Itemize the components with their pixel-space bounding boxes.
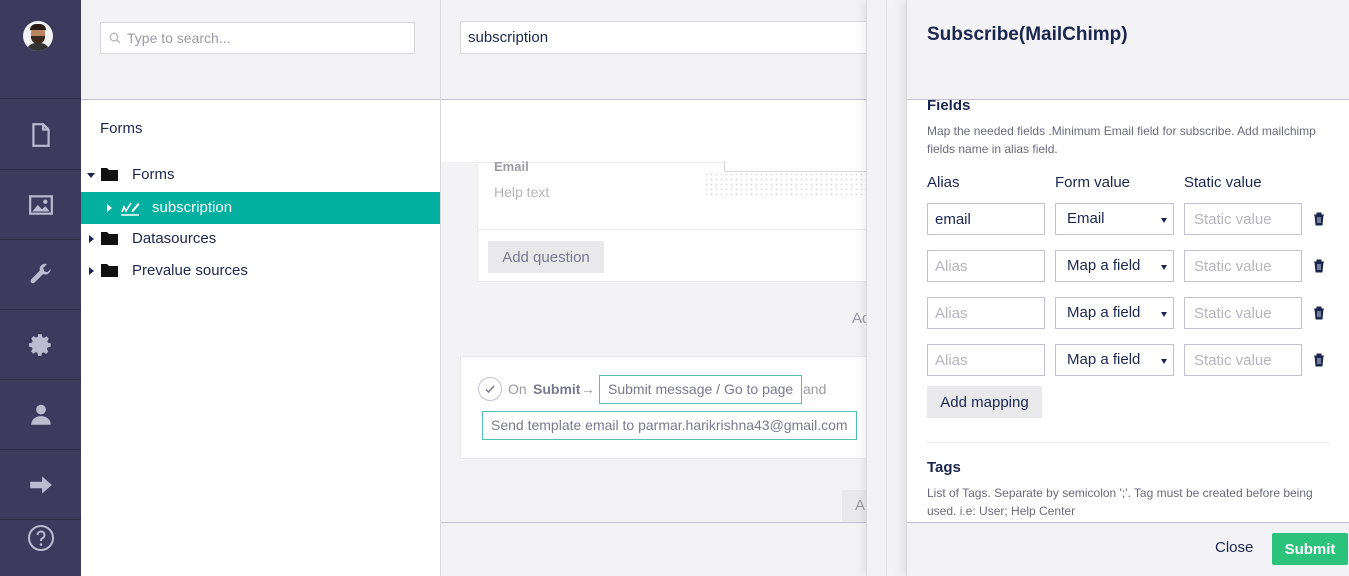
form-value-select[interactable]: Email [1055, 203, 1174, 235]
submit-workflow-row: On Submit → Submit message / Go to page … [460, 356, 880, 459]
app-sidebar [0, 0, 81, 576]
panel-title: Subscribe(MailChimp) [927, 24, 1128, 45]
overlay-layer [866, 0, 906, 576]
tree-node-label: Forms [132, 166, 175, 183]
trash-icon[interactable] [1313, 212, 1325, 226]
chevron-down-icon [1161, 265, 1167, 270]
mapping-row: Map a field [927, 297, 1330, 329]
form-value-selected: Map a field [1067, 304, 1141, 321]
expand-caret-icon[interactable] [107, 204, 112, 212]
form-value-selected: Map a field [1067, 257, 1141, 274]
mailchimp-settings-panel: Subscribe(MailChimp) Fields Map the need… [906, 0, 1349, 576]
form-value-selected: Map a field [1067, 351, 1141, 368]
tree-node-forms[interactable]: Forms [81, 159, 440, 191]
question-help-text: Help text [494, 184, 550, 200]
folder-icon [101, 264, 118, 277]
media-section-button[interactable] [0, 170, 81, 240]
tree-node-subscription[interactable]: subscription [81, 192, 440, 224]
tree-title: Forms [100, 120, 143, 137]
chevron-down-icon [1161, 218, 1167, 223]
chevron-down-icon [1161, 359, 1167, 364]
gear-icon [28, 333, 51, 356]
form-value-select[interactable]: Map a field [1055, 297, 1174, 329]
add-mapping-button[interactable]: Add mapping [927, 386, 1042, 418]
fields-heading: Fields [927, 100, 971, 114]
question-label: Email [494, 159, 529, 174]
mapping-row: Map a field [927, 344, 1330, 376]
trash-icon[interactable] [1313, 353, 1325, 367]
trash-icon[interactable] [1313, 259, 1325, 273]
and-label: and [803, 381, 827, 397]
tags-heading: Tags [927, 459, 961, 476]
folder-icon [101, 168, 118, 181]
member-icon [30, 404, 51, 425]
panel-footer: Close Submit [907, 522, 1349, 576]
search-icon [109, 32, 121, 44]
tree-node-prevalue-sources[interactable]: Prevalue sources [81, 255, 440, 287]
help-button[interactable] [0, 510, 81, 566]
workflow-email-link[interactable]: Send template email to parmar.harikrishn… [482, 411, 857, 440]
panel-header: Subscribe(MailChimp) [907, 0, 1349, 100]
search-box[interactable] [100, 22, 415, 54]
close-button[interactable]: Close [1215, 539, 1253, 556]
settings-wrench-icon [30, 263, 51, 283]
help-icon [27, 525, 54, 551]
static-value-input[interactable] [1184, 250, 1302, 282]
tree-node-label: Datasources [132, 230, 217, 247]
submit-button[interactable]: Submit [1272, 533, 1348, 565]
alias-input[interactable] [927, 344, 1045, 376]
arrow-label: → [581, 381, 595, 397]
on-label: On [508, 381, 527, 397]
expand-caret-icon[interactable] [89, 235, 94, 243]
mapping-row: Map a field [927, 250, 1330, 282]
members-section-button[interactable] [0, 380, 81, 450]
tags-description: List of Tags. Separate by semicolon ';'.… [927, 486, 1313, 518]
form-name-input[interactable] [460, 21, 880, 54]
check-icon[interactable] [478, 377, 502, 401]
static-value-input[interactable] [1184, 344, 1302, 376]
form-value-column-header: Form value [1055, 174, 1131, 191]
section-divider [927, 442, 1330, 443]
content-section-button[interactable] [0, 100, 81, 170]
static-value-input[interactable] [1184, 297, 1302, 329]
static-value-column-header: Static value [1184, 174, 1262, 191]
fields-description: Map the needed fields .Minimum Email fie… [927, 124, 1316, 156]
alias-column-header: Alias [927, 174, 960, 191]
search-input[interactable] [127, 30, 407, 46]
trash-icon[interactable] [1313, 306, 1325, 320]
expand-caret-icon[interactable] [89, 267, 94, 275]
expand-caret-icon[interactable] [87, 173, 95, 178]
folder-icon [101, 232, 118, 245]
form-icon [121, 202, 140, 216]
mapping-row: Email [927, 203, 1330, 235]
media-icon [28, 194, 53, 215]
search-band [81, 0, 440, 100]
chevron-down-icon [1161, 312, 1167, 317]
static-value-input[interactable] [1184, 203, 1302, 235]
forms-arrow-icon [29, 475, 52, 494]
card-divider [478, 229, 898, 230]
developer-section-button[interactable] [0, 310, 81, 380]
settings-section-button[interactable] [0, 240, 81, 310]
tree-node-label: Prevalue sources [132, 262, 248, 279]
alias-input[interactable] [927, 203, 1045, 235]
tree-panel: Forms Forms subscription Datasources Pre… [81, 0, 441, 576]
submit-message-link[interactable]: Submit message / Go to page [599, 375, 803, 404]
form-value-select[interactable]: Map a field [1055, 344, 1174, 376]
tree-node-label: subscription [152, 199, 233, 216]
form-value-selected: Email [1067, 210, 1105, 227]
form-value-select[interactable]: Map a field [1055, 250, 1174, 282]
content-icon [31, 122, 50, 147]
alias-input[interactable] [927, 250, 1045, 282]
user-avatar[interactable] [23, 21, 53, 51]
panel-body: Fields Map the needed fields .Minimum Em… [927, 100, 1330, 522]
add-question-button[interactable]: Add question [488, 241, 604, 273]
alias-input[interactable] [927, 297, 1045, 329]
question-card[interactable]: Email Help text Add question [477, 159, 924, 282]
tree-node-datasources[interactable]: Datasources [81, 223, 440, 255]
submit-label: Submit [533, 381, 581, 397]
avatar-area [0, 0, 81, 99]
